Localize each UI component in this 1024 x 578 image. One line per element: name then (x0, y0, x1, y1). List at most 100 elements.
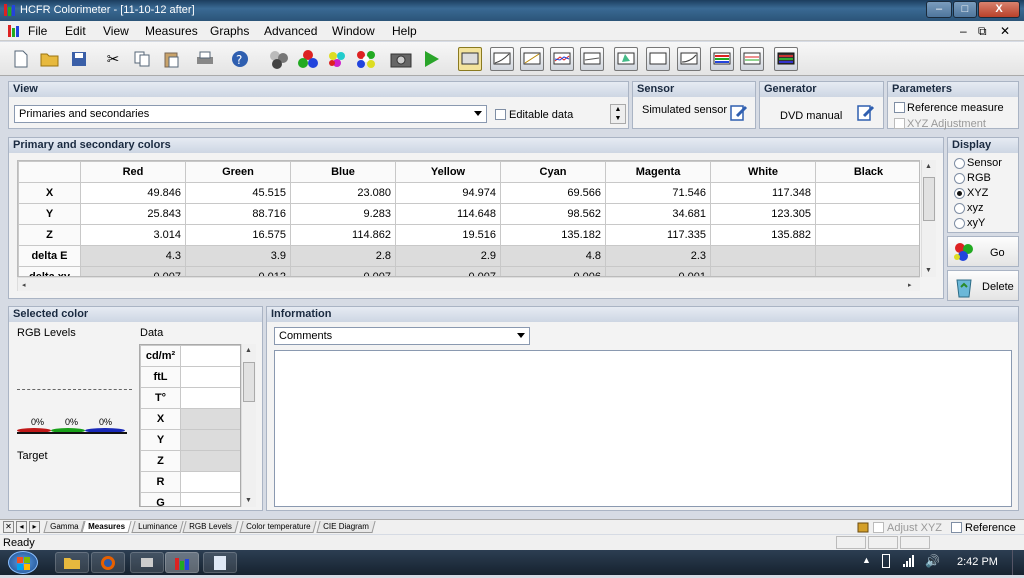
table-cell[interactable] (710, 245, 816, 267)
data-cell[interactable] (180, 429, 240, 451)
table-cell[interactable] (815, 245, 919, 267)
monitor-curve-icon[interactable] (677, 47, 701, 71)
table-cell[interactable]: 0.007 (290, 266, 396, 276)
table-cell[interactable] (815, 203, 919, 225)
table-cell[interactable]: 114.862 (290, 224, 396, 246)
table-cell[interactable]: 69.566 (500, 182, 606, 204)
table-cell[interactable]: 3.014 (80, 224, 186, 246)
clock[interactable]: 2:42 PM (957, 556, 998, 568)
maximize-button[interactable]: □ (953, 1, 977, 18)
generator-config-icon[interactable] (856, 103, 876, 123)
comments-textarea[interactable] (274, 350, 1012, 507)
help-icon[interactable]: ? (228, 47, 252, 71)
sensor-config-icon[interactable] (729, 103, 749, 123)
all-colors-icon[interactable] (354, 47, 378, 71)
close-button[interactable]: X (978, 1, 1020, 18)
camera-icon[interactable] (389, 47, 413, 71)
table-cell[interactable]: 0.007 (80, 266, 186, 276)
table-cell[interactable]: 16.575 (185, 224, 291, 246)
table-cell[interactable]: 2.9 (395, 245, 501, 267)
grid-horizontal-scrollbar[interactable]: ◂ ▸ (17, 277, 920, 291)
monitor-rgb-lines-icon[interactable] (740, 47, 764, 71)
table-cell[interactable]: 0.012 (185, 266, 291, 276)
monitor-spectrum-icon[interactable] (774, 47, 798, 71)
table-cell[interactable]: 94.974 (395, 182, 501, 204)
tab-color-temperature[interactable]: Color temperature (239, 521, 318, 533)
table-cell[interactable]: 34.681 (605, 203, 711, 225)
monitor-rgb-levels-icon[interactable] (550, 47, 574, 71)
tab-gamma[interactable]: Gamma (43, 521, 86, 533)
table-cell[interactable]: 3.9 (185, 245, 291, 267)
copy-icon[interactable] (130, 47, 154, 71)
hcfr-taskbar-icon[interactable] (165, 552, 199, 573)
firefox-taskbar-icon[interactable] (91, 552, 125, 573)
column-header[interactable]: White (710, 161, 816, 183)
table-cell[interactable] (815, 182, 919, 204)
data-cell[interactable] (180, 471, 240, 493)
mdi-minimize-button[interactable]: – (960, 24, 967, 38)
menu-advanced[interactable]: Advanced (264, 24, 317, 38)
data-scrollbar[interactable]: ▲ ▼ (241, 344, 256, 507)
explorer-taskbar-icon[interactable] (55, 552, 89, 573)
close-tab-button[interactable]: ✕ (3, 521, 14, 533)
column-header[interactable]: Yellow (395, 161, 501, 183)
play-icon[interactable] (419, 47, 443, 71)
column-header[interactable]: Cyan (500, 161, 606, 183)
table-cell[interactable]: 2.3 (605, 245, 711, 267)
tab-measures[interactable]: Measures (81, 521, 132, 533)
column-header[interactable]: Red (80, 161, 186, 183)
information-select[interactable]: Comments (274, 327, 530, 345)
data-cell[interactable] (180, 492, 240, 506)
editable-data-checkbox[interactable] (495, 109, 506, 120)
table-cell[interactable]: 114.648 (395, 203, 501, 225)
monitor-gray-icon[interactable] (458, 47, 482, 71)
table-cell[interactable]: 2.8 (290, 245, 396, 267)
monitor-cie-icon[interactable] (614, 47, 638, 71)
tray-arrow-icon[interactable]: ▲ (862, 555, 871, 565)
display-radio-xyz[interactable] (954, 188, 965, 199)
cut-icon[interactable]: ✂ (101, 47, 125, 71)
notepad-taskbar-icon[interactable] (203, 552, 237, 573)
table-cell[interactable]: 4.8 (500, 245, 606, 267)
print-icon[interactable] (193, 47, 217, 71)
minimize-button[interactable]: – (926, 1, 952, 18)
table-cell[interactable]: 117.348 (710, 182, 816, 204)
column-header[interactable]: Black (815, 161, 919, 183)
mdi-close-button[interactable]: ✕ (1000, 24, 1010, 38)
menu-measures[interactable]: Measures (145, 24, 198, 38)
menu-window[interactable]: Window (332, 24, 375, 38)
data-cell[interactable] (180, 345, 240, 367)
column-header[interactable]: Green (185, 161, 291, 183)
table-cell[interactable]: 71.546 (605, 182, 711, 204)
volume-icon[interactable]: 🔊 (925, 554, 940, 568)
secondary-balls-icon[interactable] (325, 47, 349, 71)
signal-icon[interactable] (902, 555, 916, 568)
tab-prev-button[interactable]: ◂ (16, 521, 27, 533)
table-cell[interactable]: 123.305 (710, 203, 816, 225)
tab-luminance[interactable]: Luminance (131, 521, 184, 533)
table-cell[interactable]: 4.3 (80, 245, 186, 267)
start-button[interactable] (8, 551, 38, 574)
data-cell[interactable] (180, 366, 240, 388)
monitor-temperature-icon[interactable] (580, 47, 604, 71)
tab-next-button[interactable]: ▸ (29, 521, 40, 533)
reference-checkbox[interactable] (951, 522, 962, 533)
monitor-rgb-bars-icon[interactable] (710, 47, 734, 71)
table-cell[interactable] (710, 266, 816, 276)
delete-button[interactable]: Delete (947, 270, 1019, 301)
table-cell[interactable]: 0.006 (500, 266, 606, 276)
table-cell[interactable]: 135.182 (500, 224, 606, 246)
table-cell[interactable] (815, 266, 919, 276)
open-folder-icon[interactable] (38, 47, 62, 71)
gray-balls-icon[interactable] (267, 47, 291, 71)
monitor-luminance-icon[interactable] (520, 47, 544, 71)
tab-rgb-levels[interactable]: RGB Levels (182, 521, 239, 533)
save-icon[interactable] (67, 47, 91, 71)
data-cell[interactable] (180, 387, 240, 409)
menu-view[interactable]: View (103, 24, 129, 38)
data-cell[interactable] (180, 450, 240, 472)
table-cell[interactable] (815, 224, 919, 246)
table-cell[interactable]: 135.882 (710, 224, 816, 246)
tab-cie-diagram[interactable]: CIE Diagram (316, 521, 376, 533)
grid-vertical-scrollbar[interactable]: ▲ ▼ (921, 160, 936, 277)
